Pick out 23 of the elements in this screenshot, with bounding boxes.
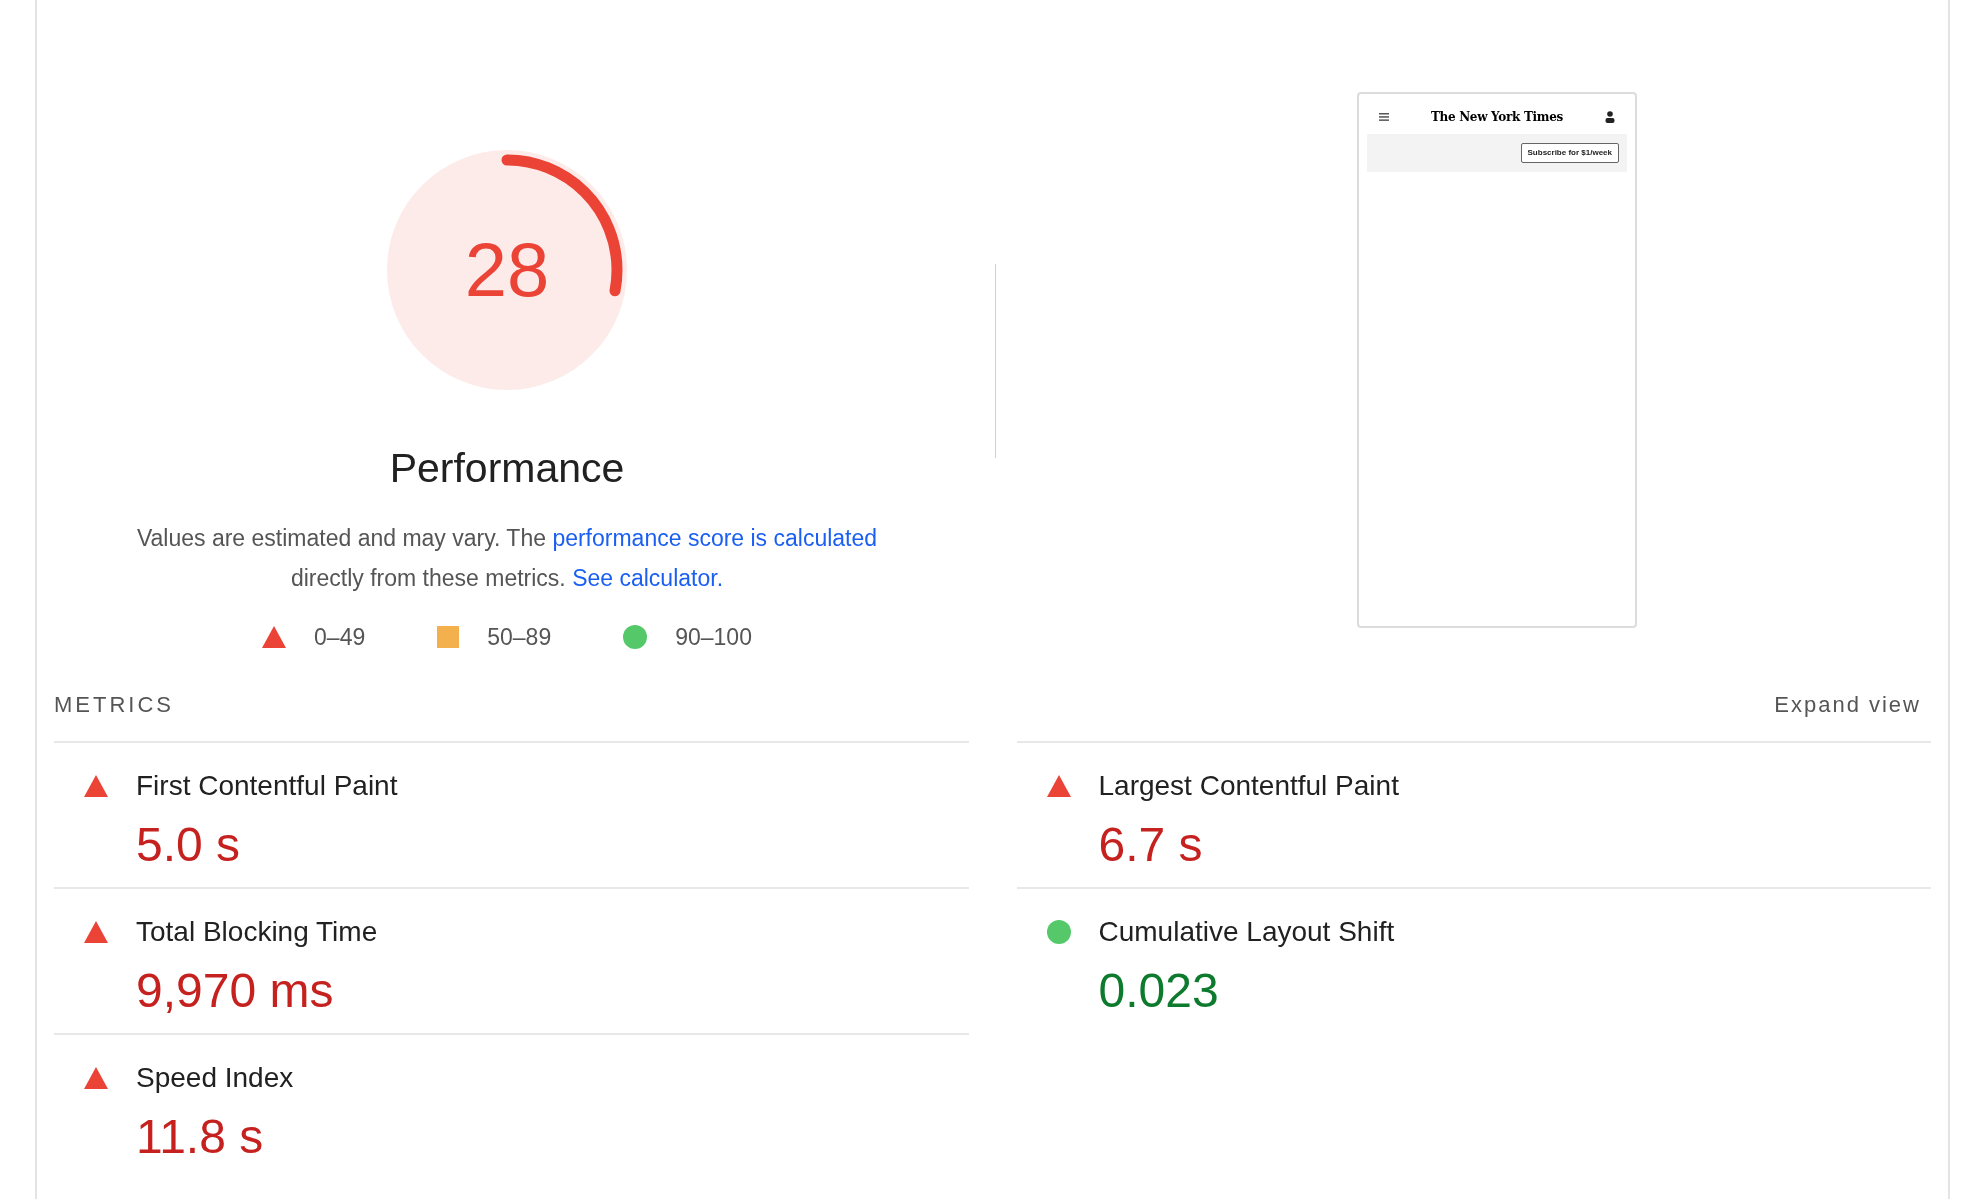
score-description: Values are estimated and may vary. The performance score is calculated directly from these metrics. See calculator. — [135, 523, 879, 593]
menu-icon — [1379, 113, 1389, 121]
metric-name: First Contentful Paint — [136, 769, 398, 803]
metric-name: Largest Contentful Paint — [1098, 769, 1399, 803]
metric-value: 6.7 s — [1098, 817, 1204, 873]
metric-name: Cumulative Layout Shift — [1098, 915, 1395, 949]
score-value: 28 — [464, 232, 550, 308]
expand-view-button[interactable]: Expand view — [1774, 688, 1921, 721]
legend-label: 50–89 — [487, 622, 552, 652]
metrics-heading: METRICS — [54, 691, 174, 719]
category-title: Performance — [389, 444, 625, 493]
description-link[interactable]: See calculator. — [572, 564, 724, 591]
metric-name: Speed Index — [136, 1061, 294, 1095]
metric-value: 9,970 ms — [136, 963, 335, 1019]
description-link[interactable]: performance score is calculated — [552, 524, 878, 551]
person-icon — [1605, 111, 1615, 123]
site-logo: The New York Times — [1430, 109, 1564, 126]
legend-label: 90–100 — [675, 622, 752, 652]
metric-name: Total Blocking Time — [136, 915, 378, 949]
legend-label: 0–49 — [314, 622, 366, 652]
metric-value: 11.8 s — [136, 1109, 265, 1165]
metric-value: 0.023 — [1098, 963, 1220, 1019]
metric-value: 5.0 s — [136, 817, 242, 873]
